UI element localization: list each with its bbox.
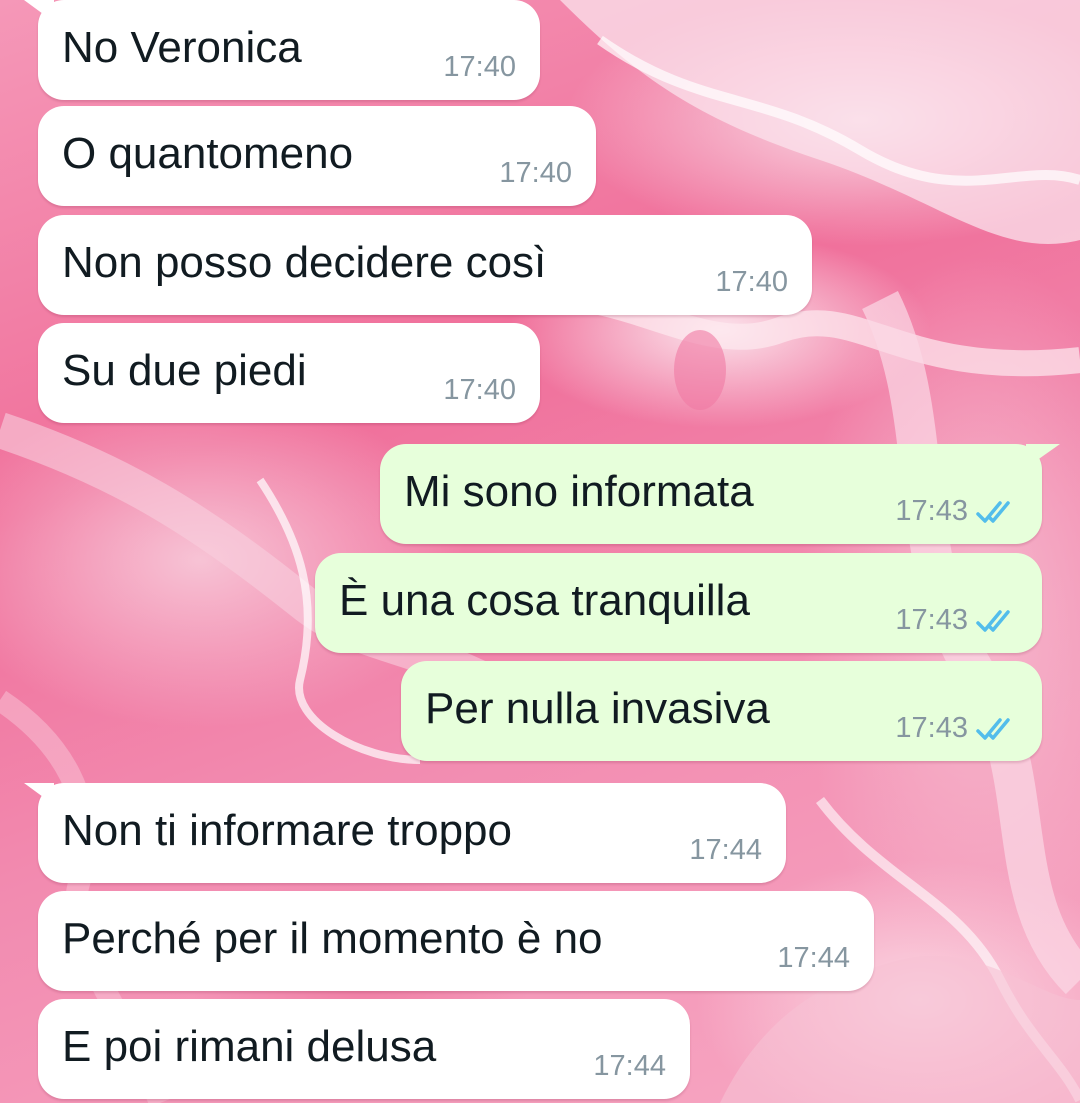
message-text: Per nulla invasiva	[425, 684, 770, 733]
message-time: 17:40	[499, 157, 572, 189]
message-time: 17:40	[443, 374, 516, 406]
message-time: 17:44	[689, 834, 762, 866]
message-text: È una cosa tranquilla	[339, 576, 750, 625]
read-double-check-icon	[976, 501, 1010, 523]
bubble-tail	[1026, 444, 1060, 468]
message-outgoing[interactable]: Per nulla invasiva 17:43	[401, 661, 1042, 761]
message-time: 17:44	[593, 1050, 666, 1082]
bubble-tail	[24, 0, 54, 22]
message-text: Mi sono informata	[404, 467, 754, 516]
bubble-tail	[24, 783, 54, 805]
message-text: Perché per il momento è no	[62, 914, 603, 963]
message-text: Su due piedi	[62, 346, 307, 395]
message-incoming[interactable]: Non ti informare troppo 17:44	[24, 783, 786, 883]
message-time: 17:43	[895, 604, 968, 636]
message-time: 17:44	[777, 942, 850, 974]
message-text: No Veronica	[62, 23, 302, 72]
message-time: 17:43	[895, 495, 968, 527]
message-text: E poi rimani delusa	[62, 1022, 437, 1071]
message-incoming[interactable]: O quantomeno 17:40	[38, 106, 596, 206]
message-text: O quantomeno	[62, 129, 354, 178]
message-outgoing[interactable]: Mi sono informata 17:43	[380, 444, 1060, 544]
read-double-check-icon	[976, 610, 1010, 632]
read-double-check-icon	[976, 718, 1010, 740]
message-incoming[interactable]: E poi rimani delusa 17:44	[38, 999, 690, 1099]
message-incoming[interactable]: Perché per il momento è no 17:44	[38, 891, 874, 991]
message-time: 17:43	[895, 712, 968, 744]
message-text: Non posso decidere così	[62, 238, 547, 287]
message-text: Non ti informare troppo	[62, 806, 512, 855]
message-outgoing[interactable]: È una cosa tranquilla 17:43	[315, 553, 1042, 653]
message-incoming[interactable]: Non posso decidere così 17:40	[38, 215, 812, 315]
message-time: 17:40	[443, 51, 516, 83]
message-incoming[interactable]: Su due piedi 17:40	[38, 323, 540, 423]
message-incoming[interactable]: No Veronica 17:40	[24, 0, 540, 100]
message-time: 17:40	[715, 266, 788, 298]
